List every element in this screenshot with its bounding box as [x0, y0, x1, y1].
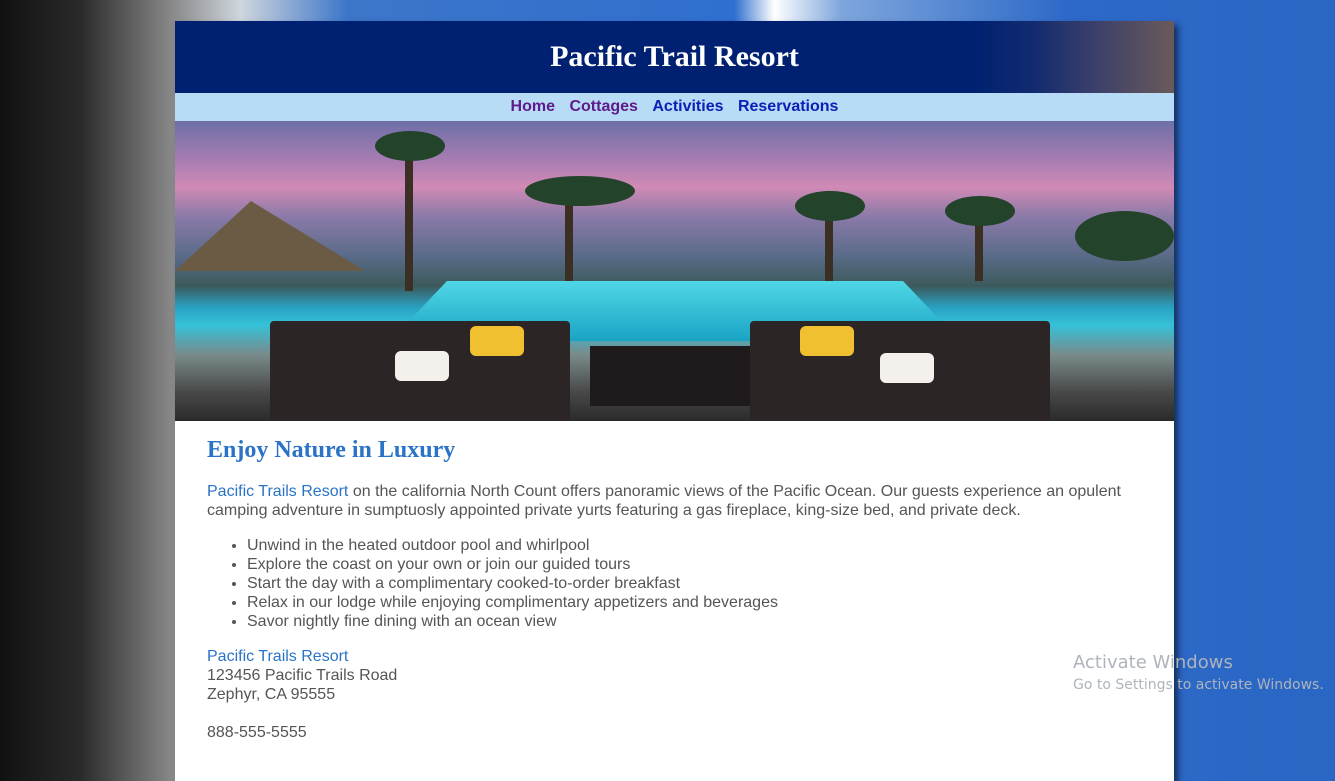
- watermark-title: Activate Windows: [1073, 652, 1233, 673]
- hero-image: [175, 121, 1174, 421]
- hut-shape: [175, 201, 365, 271]
- palm-canopy: [1075, 211, 1174, 261]
- contact-address: Pacific Trails Resort 123456 Pacific Tra…: [207, 647, 1142, 742]
- watermark-subtitle: Go to Settings to activate Windows.: [1073, 677, 1324, 693]
- header-palm-image: [974, 21, 1174, 93]
- intro-paragraph: Pacific Trails Resort on the california …: [207, 482, 1142, 520]
- palm-canopy: [945, 196, 1015, 226]
- nav-cottages[interactable]: Cottages: [569, 98, 637, 115]
- activate-windows-watermark: Activate Windows Go to Settings to activ…: [1073, 652, 1324, 693]
- list-item: Unwind in the heated outdoor pool and wh…: [247, 536, 1142, 555]
- coffee-table: [590, 346, 750, 406]
- nav-reservations[interactable]: Reservations: [738, 98, 839, 115]
- list-item: Explore the coast on your own or join ou…: [247, 555, 1142, 574]
- pillow-white: [880, 353, 934, 383]
- main-content: Enjoy Nature in Luxury Pacific Trails Re…: [175, 421, 1174, 758]
- palm-canopy: [525, 176, 635, 206]
- palm-canopy: [795, 191, 865, 221]
- intro-brand: Pacific Trails Resort: [207, 483, 349, 500]
- list-item: Start the day with a complimentary cooke…: [247, 574, 1142, 593]
- list-item: Savor nightly fine dining with an ocean …: [247, 612, 1142, 631]
- nav-activities[interactable]: Activities: [652, 98, 723, 115]
- palm-canopy: [375, 131, 445, 161]
- address-street: 123456 Pacific Trails Road: [207, 667, 398, 684]
- pillow-white: [395, 351, 449, 381]
- main-heading: Enjoy Nature in Luxury: [207, 437, 456, 463]
- palm-trunk: [405, 141, 413, 291]
- feature-list: Unwind in the heated outdoor pool and wh…: [207, 536, 1142, 631]
- nav-home[interactable]: Home: [511, 98, 555, 115]
- address-name: Pacific Trails Resort: [207, 648, 349, 665]
- site-header: Pacific Trail Resort: [175, 21, 1174, 93]
- address-city: Zephyr, CA 95555: [207, 686, 336, 703]
- pillow-yellow: [470, 326, 524, 356]
- list-item: Relax in our lodge while enjoying compli…: [247, 593, 1142, 612]
- main-nav: Home Cottages Activities Reservations: [175, 93, 1174, 121]
- pillow-yellow: [800, 326, 854, 356]
- page-wrapper: Pacific Trail Resort Home Cottages Activ…: [175, 21, 1174, 781]
- phone-number: 888-555-5555: [207, 724, 307, 741]
